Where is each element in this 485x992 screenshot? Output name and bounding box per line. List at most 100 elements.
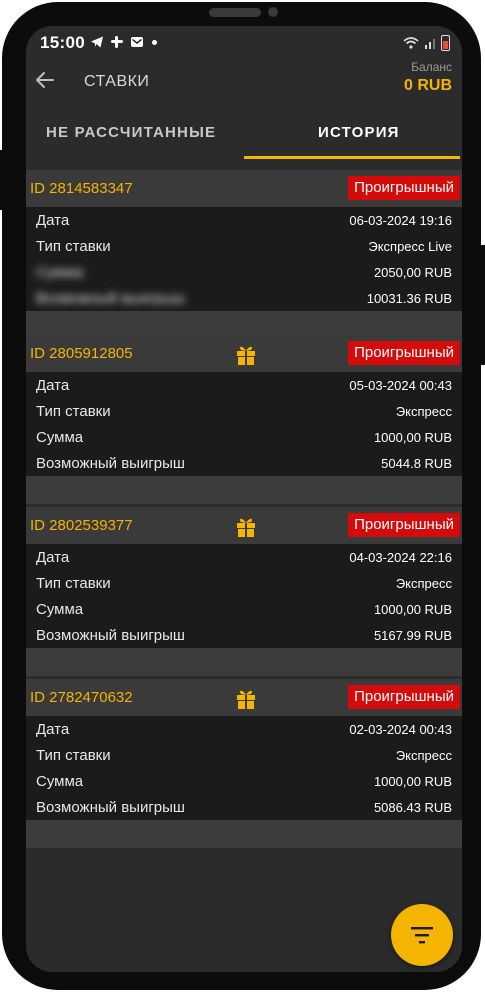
bet-row-possible-win: Возможный выигрыш 5086.43 RUB bbox=[36, 794, 452, 820]
bet-row-amount: Сумма 1000,00 RUB bbox=[36, 596, 452, 622]
row-value: 1000,00 RUB bbox=[373, 430, 452, 445]
slack-icon bbox=[111, 36, 123, 48]
row-label: Возможный выигрыш bbox=[36, 290, 185, 307]
row-value: 1000,00 RUB bbox=[373, 774, 452, 789]
row-label: Сумма bbox=[36, 773, 84, 790]
bet-card[interactable]: ID 2814583347 Проигрышный Дата 06-03-2024… bbox=[26, 170, 462, 339]
bet-row-date: Дата 06-03-2024 19:16 bbox=[36, 207, 452, 233]
card-separator bbox=[26, 820, 462, 848]
phone-speaker bbox=[209, 8, 261, 17]
status-badge: Проигрышный bbox=[348, 685, 460, 709]
bet-row-amount: Сумма 1000,00 RUB bbox=[36, 424, 452, 450]
wifi-icon bbox=[403, 37, 419, 49]
bet-row-type: Тип ставки Экспресс bbox=[36, 570, 452, 596]
card-separator bbox=[26, 476, 462, 504]
row-label: Тип ставки bbox=[36, 238, 111, 255]
system-icons bbox=[403, 35, 450, 51]
bet-id: ID 2814583347 bbox=[30, 180, 133, 197]
bet-row-possible-win: Возможный выигрыш 5167.99 RUB bbox=[36, 622, 452, 648]
bet-row-possible-win: Возможный выигрыш 10031.36 RUB bbox=[36, 285, 452, 311]
bet-card[interactable]: ID 2805912805 Проигрышный Дата 05-03-2024… bbox=[26, 335, 462, 504]
row-label: Дата bbox=[36, 377, 70, 394]
bet-card-body: Дата 05-03-2024 00:43 Тип ставки Экспресс … bbox=[26, 372, 462, 476]
status-time: 15:00 bbox=[40, 33, 85, 52]
page-title: СТАВКИ bbox=[84, 73, 150, 90]
row-value: Экспресс Live bbox=[368, 239, 452, 254]
row-label: Сумма bbox=[36, 601, 84, 618]
bet-card[interactable]: ID 2782470632 Проигрышный Дата 02-03-2024… bbox=[26, 679, 462, 848]
telegram-icon bbox=[91, 36, 103, 48]
row-value: 5086.43 RUB bbox=[373, 800, 452, 815]
phone-camera bbox=[268, 7, 278, 17]
bet-card-header: ID 2802539377 Проигрышный bbox=[26, 507, 462, 544]
status-badge: Проигрышный bbox=[348, 341, 460, 365]
card-separator bbox=[26, 648, 462, 676]
balance-label: Баланс bbox=[411, 60, 452, 74]
row-label: Тип ставки bbox=[36, 403, 111, 420]
row-label: Дата bbox=[36, 212, 70, 229]
app-screen: 15:00 СТАВКИ Баланс 0 RUB НЕ РАССЧИТАННЫ… bbox=[26, 26, 462, 972]
row-value: 5044.8 RUB bbox=[381, 456, 452, 471]
row-value: Экспресс bbox=[395, 576, 452, 591]
row-label: Тип ставки bbox=[36, 747, 111, 764]
bet-card-body: Дата 02-03-2024 00:43 Тип ставки Экспресс … bbox=[26, 716, 462, 820]
balance-value: 0 RUB bbox=[403, 77, 452, 94]
bet-card-header: ID 2782470632 Проигрышный bbox=[26, 679, 462, 716]
bet-row-type: Тип ставки Экспресс bbox=[36, 742, 452, 768]
battery-icon bbox=[441, 35, 450, 51]
row-value: 06-03-2024 19:16 bbox=[349, 213, 452, 228]
row-value: 02-03-2024 00:43 bbox=[349, 722, 452, 737]
phone-frame: 15:00 СТАВКИ Баланс 0 RUB НЕ РАССЧИТАННЫ… bbox=[2, 2, 481, 990]
tab-unsettled[interactable]: НЕ РАССЧИТАННЫЕ bbox=[46, 124, 216, 141]
row-label: Дата bbox=[36, 549, 70, 566]
status-bar: 15:00 bbox=[26, 26, 462, 60]
app-bar: СТАВКИ Баланс 0 RUB bbox=[26, 60, 462, 116]
row-value: Экспресс bbox=[395, 404, 452, 419]
signal-icon bbox=[425, 39, 435, 49]
row-value: 2050,00 RUB bbox=[373, 265, 452, 280]
gift-icon bbox=[237, 690, 255, 709]
active-tab-indicator bbox=[244, 156, 460, 159]
bet-card-body: Дата 04-03-2024 22:16 Тип ставки Экспресс … bbox=[26, 544, 462, 648]
notification-icons bbox=[90, 35, 157, 49]
bet-card-header: ID 2805912805 Проигрышный bbox=[26, 335, 462, 372]
bet-card-header: ID 2814583347 Проигрышный bbox=[26, 170, 462, 207]
row-value: 04-03-2024 22:16 bbox=[349, 550, 452, 565]
bet-id: ID 2805912805 bbox=[30, 345, 133, 362]
row-label: Дата bbox=[36, 721, 70, 738]
bet-row-amount: Сумма 1000,00 RUB bbox=[36, 768, 452, 794]
bet-row-date: Дата 02-03-2024 00:43 bbox=[36, 716, 452, 742]
bet-row-date: Дата 05-03-2024 00:43 bbox=[36, 372, 452, 398]
row-label: Возможный выигрыш bbox=[36, 627, 185, 644]
bet-id: ID 2782470632 bbox=[30, 689, 133, 706]
bet-id: ID 2802539377 bbox=[30, 517, 133, 534]
filter-icon bbox=[411, 927, 433, 944]
more-notifications-dot-icon bbox=[152, 39, 157, 45]
tab-bar: НЕ РАССЧИТАННЫЕ ИСТОРИЯ bbox=[26, 116, 462, 160]
row-value: 10031.36 RUB bbox=[366, 291, 452, 306]
mail-icon bbox=[131, 37, 143, 47]
bet-row-amount: Сумма 2050,00 RUB bbox=[36, 259, 452, 285]
status-badge: Проигрышный bbox=[348, 513, 460, 537]
row-label: Возможный выигрыш bbox=[36, 455, 185, 472]
row-value: 05-03-2024 00:43 bbox=[349, 378, 452, 393]
bet-row-type: Тип ставки Экспресс Live bbox=[36, 233, 452, 259]
phone-side-button bbox=[481, 245, 485, 365]
bet-row-date: Дата 04-03-2024 22:16 bbox=[36, 544, 452, 570]
bet-row-type: Тип ставки Экспресс bbox=[36, 398, 452, 424]
row-value: Экспресс bbox=[395, 748, 452, 763]
row-label: Тип ставки bbox=[36, 575, 111, 592]
bet-row-possible-win: Возможный выигрыш 5044.8 RUB bbox=[36, 450, 452, 476]
row-label: Сумма bbox=[36, 429, 84, 446]
back-arrow-icon[interactable] bbox=[34, 69, 56, 91]
row-label: Сумма bbox=[36, 264, 84, 281]
gift-icon bbox=[237, 346, 255, 365]
filter-button[interactable] bbox=[391, 904, 453, 966]
tab-history[interactable]: ИСТОРИЯ bbox=[318, 124, 400, 141]
gift-icon bbox=[237, 518, 255, 537]
status-badge: Проигрышный bbox=[348, 176, 460, 200]
bet-card-body: Дата 06-03-2024 19:16 Тип ставки Экспресс … bbox=[26, 207, 462, 311]
row-value: 5167.99 RUB bbox=[373, 628, 452, 643]
bet-card[interactable]: ID 2802539377 Проигрышный Дата 04-03-2024… bbox=[26, 507, 462, 676]
row-value: 1000,00 RUB bbox=[373, 602, 452, 617]
